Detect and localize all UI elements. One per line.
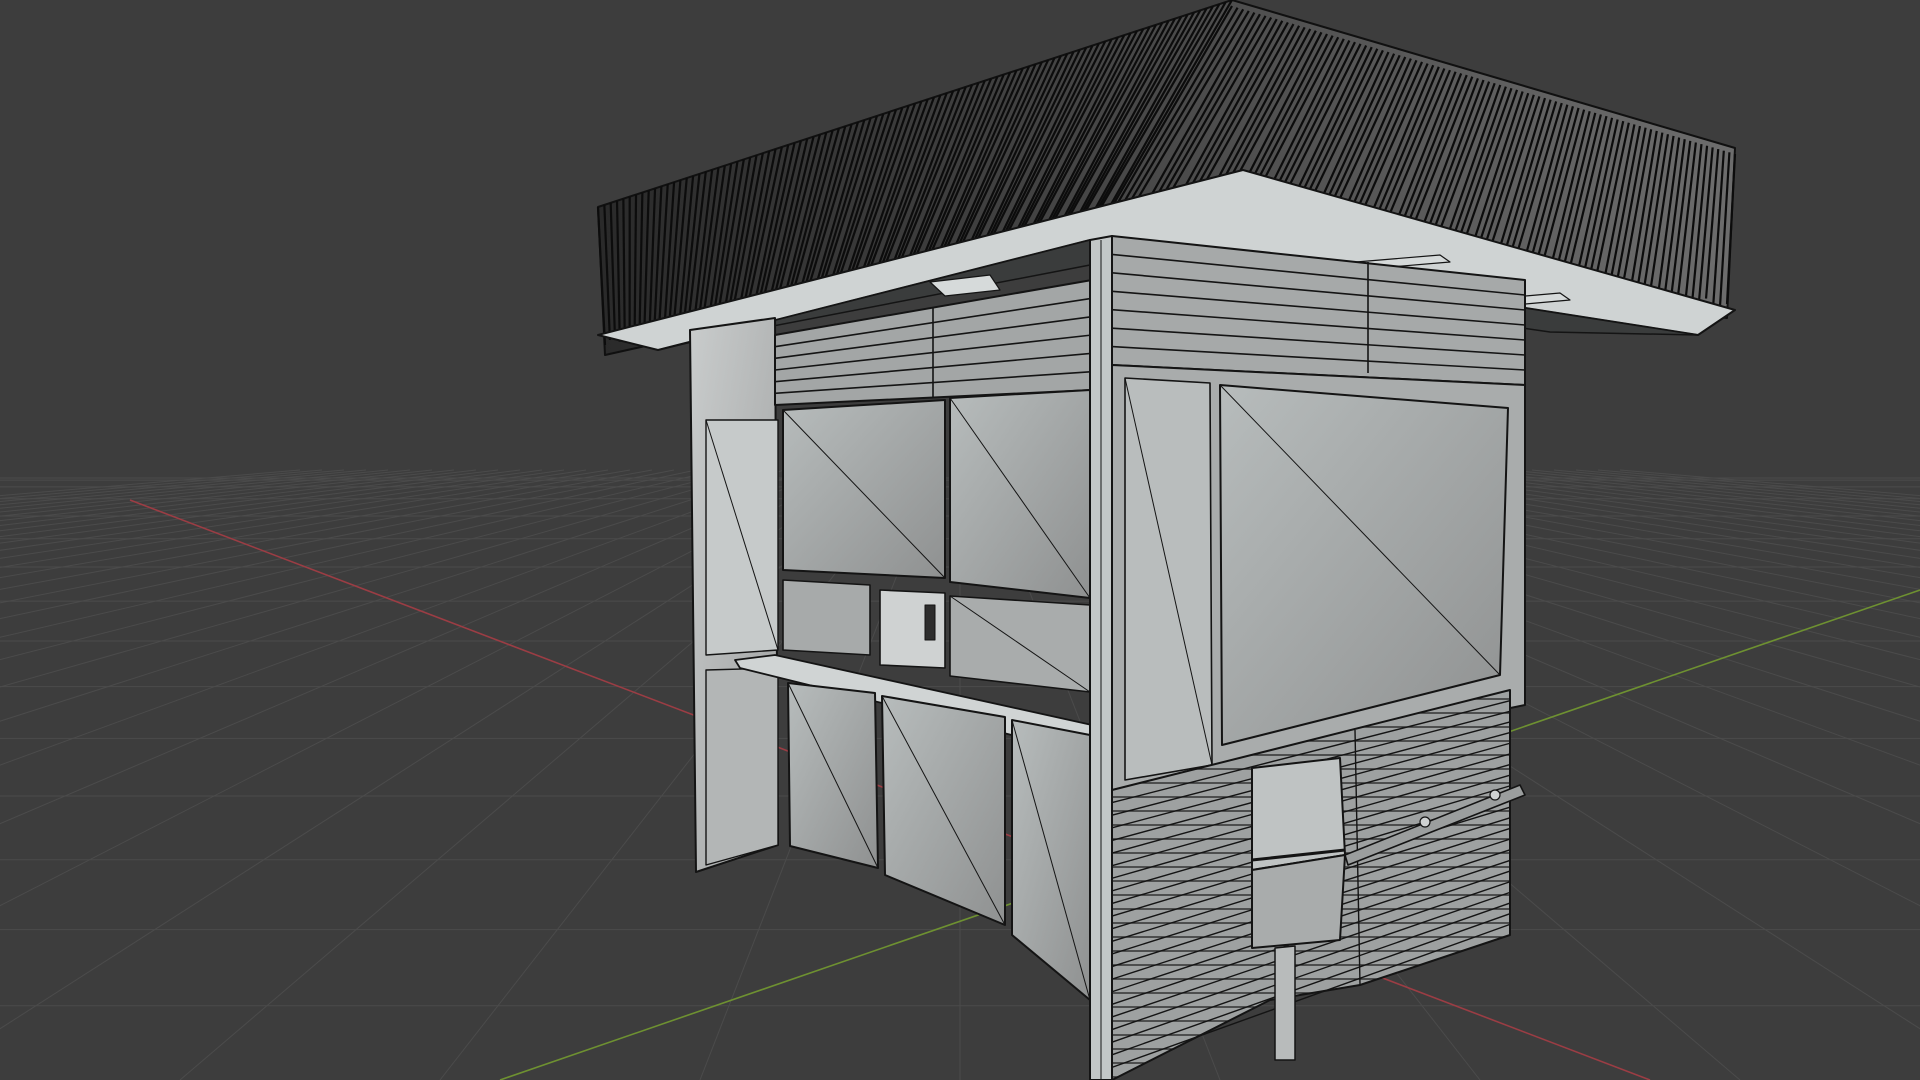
- grid-line: [1487, 469, 1920, 517]
- grid-line: [0, 469, 631, 579]
- grid-line: [0, 469, 433, 517]
- grid-line: [0, 469, 675, 604]
- thatch-strand: [633, 194, 638, 339]
- corner-post: [1089, 235, 1113, 1080]
- left-side-wall: [689, 317, 779, 873]
- viewport-canvas[interactable]: [0, 0, 1920, 1080]
- front-upper-window: [782, 389, 1091, 599]
- grid-line: [0, 469, 411, 513]
- grid-line: [0, 469, 785, 722]
- grid-line: [0, 469, 477, 526]
- grid-line: [0, 469, 367, 506]
- grid-line: [0, 469, 323, 499]
- electrical-box: [1251, 757, 1346, 1061]
- grid-line: [0, 469, 389, 509]
- grid-line: [1531, 469, 1920, 509]
- grid-line: [0, 469, 741, 661]
- grid-line: [0, 469, 609, 568]
- grid-line: [0, 469, 565, 551]
- grid-line: [1465, 469, 1920, 522]
- grid-line: [1575, 469, 1920, 502]
- 3d-viewport[interactable]: [0, 0, 1920, 1080]
- grid-line: [0, 469, 697, 620]
- grid-line: [0, 469, 455, 522]
- kiosk-model[interactable]: [596, 0, 1737, 1080]
- grid-line: [0, 469, 499, 532]
- grid-line: [1509, 469, 1920, 513]
- grid-line: [1553, 469, 1920, 506]
- grid-line: [0, 469, 807, 766]
- front-lower-panels: [787, 682, 1091, 1001]
- grid-line: [0, 469, 719, 638]
- grid-line: [1597, 469, 1920, 499]
- grid-line: [0, 469, 543, 544]
- thatch-strand: [622, 198, 626, 337]
